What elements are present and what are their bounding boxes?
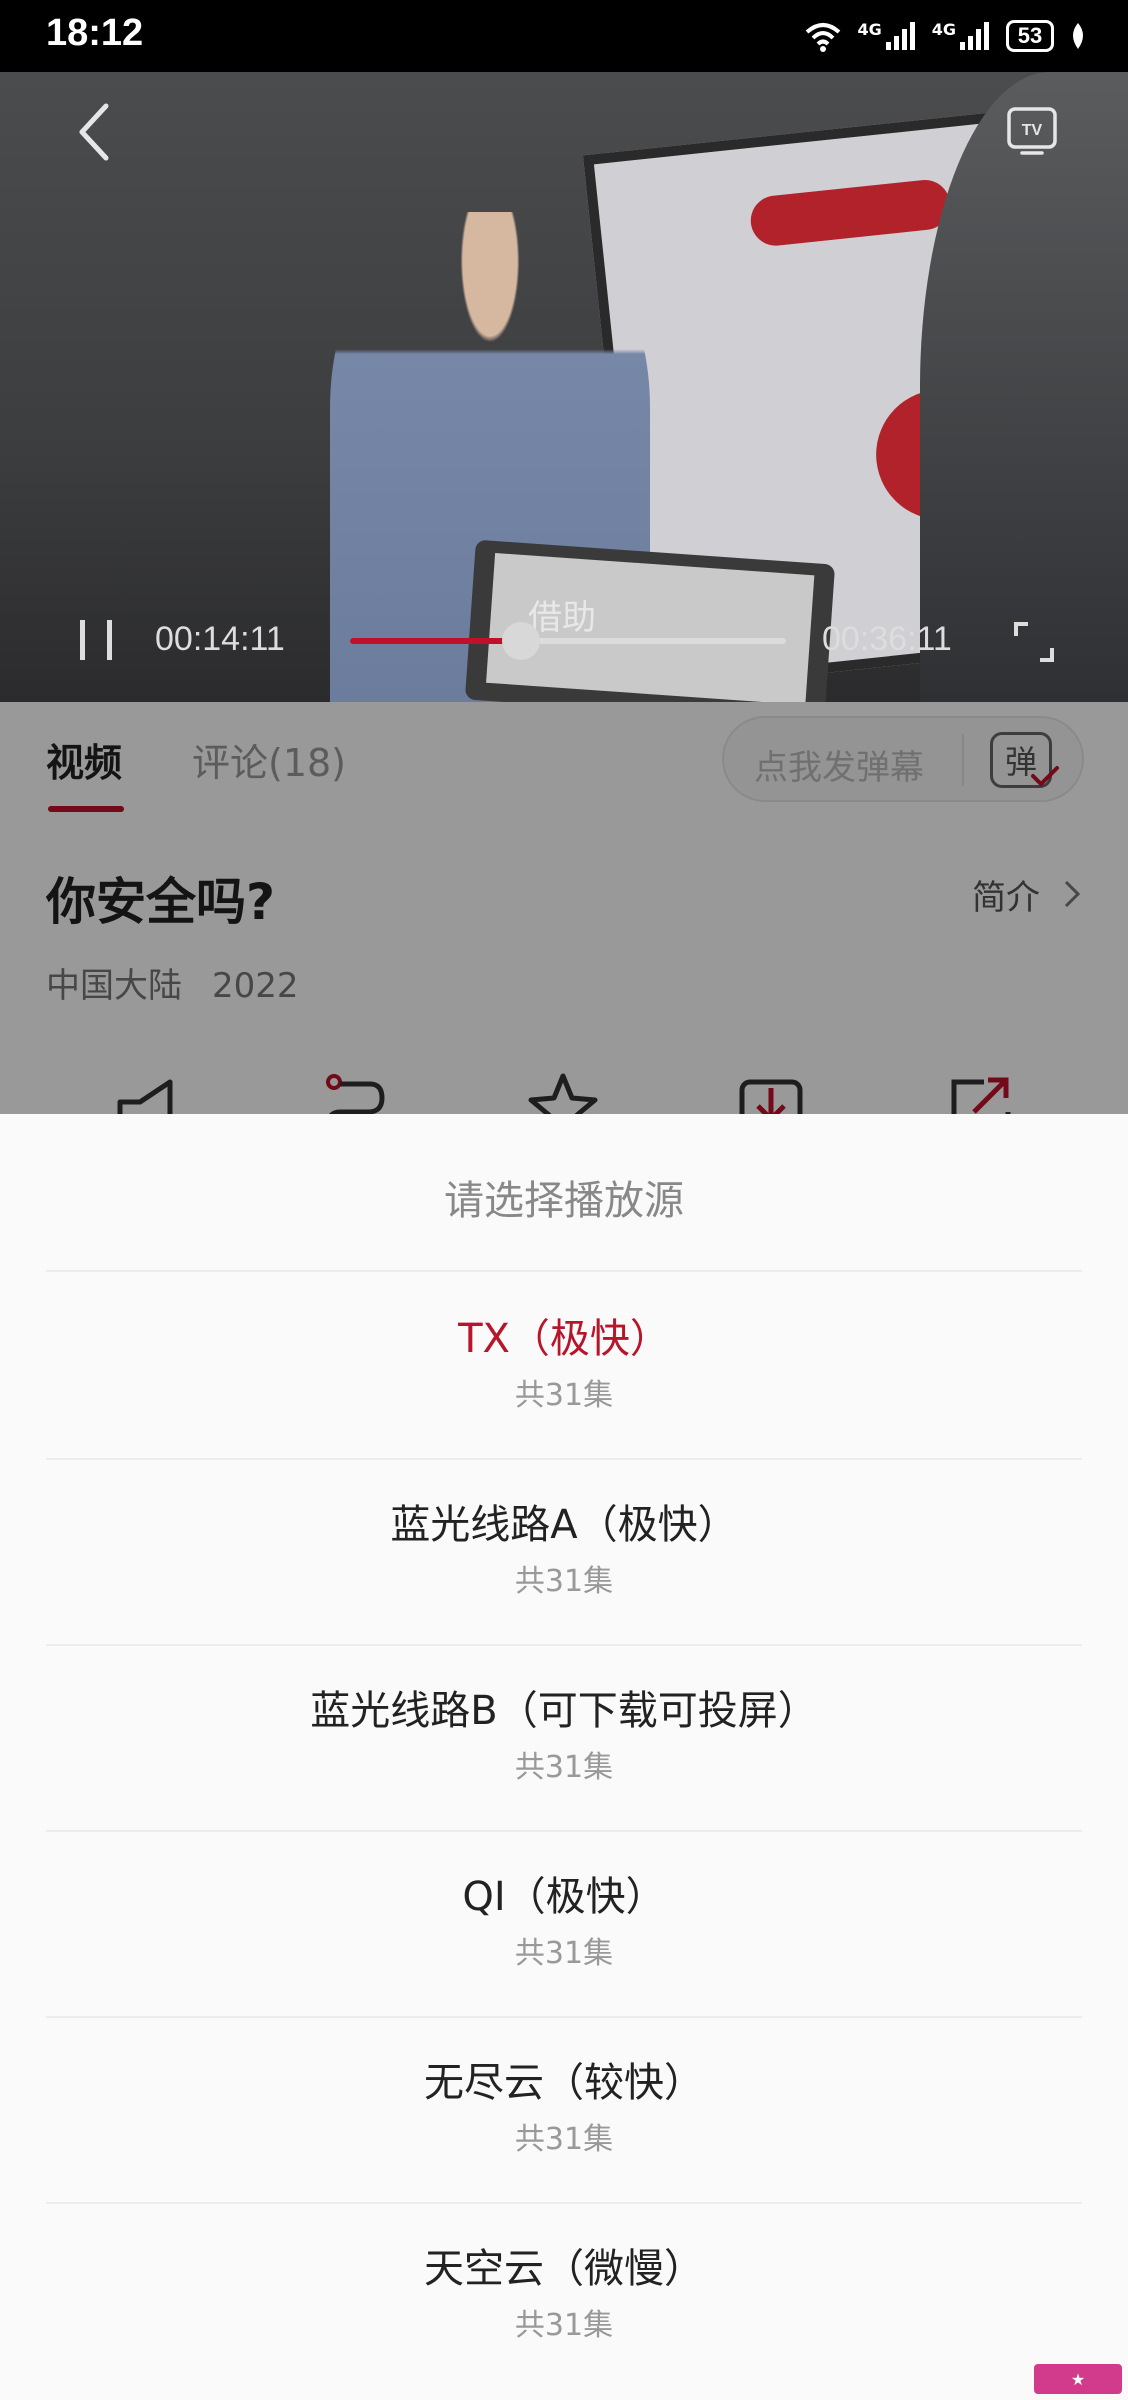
- source-item-wujinyun[interactable]: 无尽云（较快） 共31集: [0, 2016, 1128, 2202]
- battery-icon: 53: [1006, 20, 1054, 52]
- current-time: 00:14:11: [155, 620, 285, 658]
- tv-cast-icon[interactable]: TV: [1006, 104, 1058, 156]
- watermark-logo: ★: [1034, 2364, 1122, 2394]
- signal-icon: [960, 22, 989, 50]
- back-icon[interactable]: [70, 100, 120, 164]
- source-episode-count: 共31集: [514, 2122, 614, 2157]
- source-name: 蓝光线路A（极快）: [390, 1502, 738, 1548]
- fullscreen-icon[interactable]: [1012, 620, 1056, 664]
- pause-icon[interactable]: [76, 616, 116, 664]
- wifi-icon: [806, 23, 841, 52]
- source-episode-count: 共31集: [514, 1564, 614, 1599]
- source-picker-sheet: 请选择播放源 TX（极快） 共31集 蓝光线路A（极快） 共31集 蓝光线路B（…: [0, 1114, 1128, 2400]
- app-root: 18:12 4G 4G 53 TV 00:14:11 借助 00:36:11 视…: [0, 0, 1128, 2400]
- source-item-tiankongyun[interactable]: 天空云（微慢） 共31集: [0, 2202, 1128, 2388]
- network-type-label: 4G: [931, 19, 956, 39]
- sheet-title: 请选择播放源: [444, 1178, 684, 1224]
- source-episode-count: 共31集: [514, 2308, 614, 2343]
- status-icons: 4G 4G 53: [803, 16, 1088, 56]
- source-name: QI（极快）: [462, 1874, 666, 1920]
- progress-thumb[interactable]: [501, 622, 540, 660]
- status-time: 18:12: [46, 12, 144, 54]
- progress-fill: [350, 638, 521, 644]
- source-item-bluray-a[interactable]: 蓝光线路A（极快） 共31集: [0, 1458, 1128, 1644]
- svg-text:TV: TV: [1022, 122, 1043, 139]
- source-name: 蓝光线路B（可下载可投屏）: [310, 1688, 818, 1734]
- network-type-label: 4G: [857, 19, 882, 39]
- source-episode-count: 共31集: [514, 1936, 614, 1971]
- signal-icon: [885, 22, 915, 50]
- source-name: TX（极快）: [458, 1316, 670, 1362]
- leaf-icon: [1073, 23, 1083, 49]
- total-time: 00:36:11: [822, 620, 952, 658]
- source-name: 天空云（微慢）: [424, 2246, 704, 2292]
- video-subtitle: 借助: [528, 598, 596, 638]
- source-episode-count: 共31集: [514, 1750, 614, 1785]
- status-bar: 18:12 4G 4G 53: [0, 0, 1128, 72]
- source-item-bluray-b[interactable]: 蓝光线路B（可下载可投屏） 共31集: [0, 1644, 1128, 1830]
- source-name: 无尽云（较快）: [424, 2060, 704, 2106]
- player-controls: 00:14:11 借助 00:36:11: [0, 590, 1128, 690]
- source-item-tx[interactable]: TX（极快） 共31集: [0, 1272, 1128, 1458]
- progress-bar[interactable]: [350, 638, 786, 644]
- source-episode-count: 共31集: [514, 1378, 614, 1413]
- source-item-qi[interactable]: QI（极快） 共31集: [0, 1830, 1128, 2016]
